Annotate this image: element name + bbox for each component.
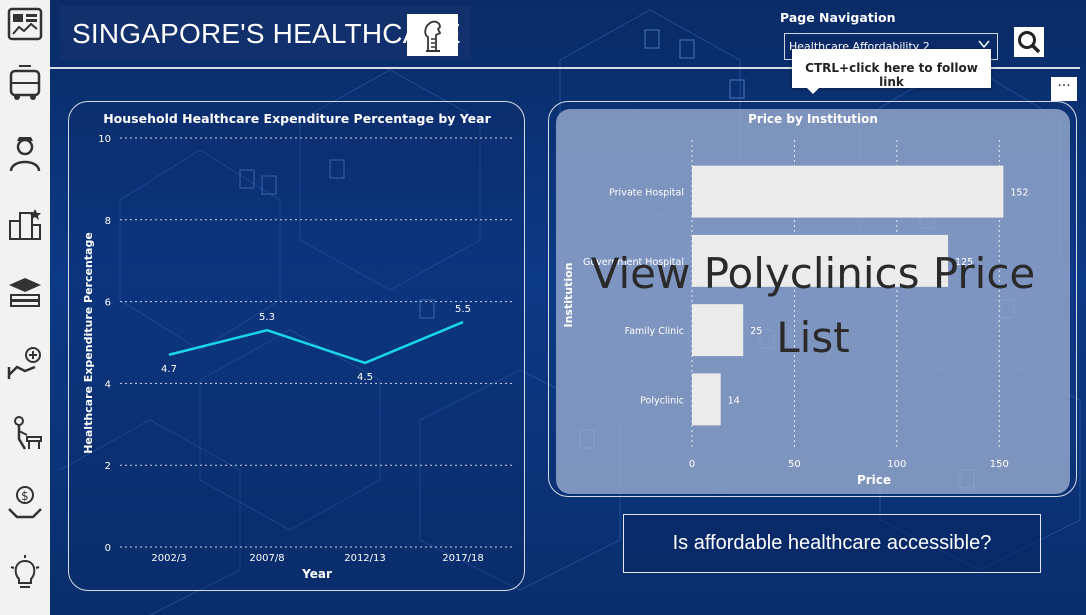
health-care-icon bbox=[7, 347, 41, 379]
line-chart-card bbox=[68, 101, 525, 591]
more-options-button[interactable]: ··· bbox=[1051, 77, 1077, 101]
sidebar-item-workforce[interactable] bbox=[0, 118, 50, 188]
page-title: SINGAPORE'S HEALTHCARE bbox=[72, 18, 461, 49]
transport-icon bbox=[9, 65, 41, 100]
lightbulb-icon bbox=[10, 555, 40, 588]
worker-icon bbox=[9, 137, 41, 172]
money-hand-icon: $ bbox=[8, 486, 42, 519]
sidebar-item-insights[interactable] bbox=[0, 538, 50, 608]
affordable-healthcare-button[interactable]: Is affordable healthcare accessible? bbox=[623, 514, 1041, 573]
sidebar: $ bbox=[0, 0, 50, 615]
sidebar-item-transport[interactable] bbox=[0, 48, 50, 118]
sidebar-item-elderly[interactable] bbox=[0, 398, 50, 468]
sidebar-item-health[interactable] bbox=[0, 328, 50, 398]
education-icon bbox=[9, 278, 41, 307]
link-tooltip: CTRL+click here to follow link bbox=[792, 49, 991, 89]
city-icon bbox=[9, 209, 41, 240]
dashboard-icon bbox=[7, 7, 43, 41]
merlion-icon bbox=[423, 20, 441, 52]
svg-text:$: $ bbox=[21, 489, 29, 503]
search-button[interactable] bbox=[1014, 27, 1044, 57]
logo bbox=[407, 14, 458, 56]
polyclinics-price-link[interactable]: View Polyclinics Price List bbox=[580, 242, 1046, 370]
sidebar-item-finance[interactable]: $ bbox=[0, 468, 50, 538]
elderly-icon bbox=[14, 416, 42, 450]
search-icon bbox=[1018, 31, 1041, 54]
sidebar-item-city[interactable] bbox=[0, 188, 50, 258]
tooltip-pointer bbox=[807, 88, 819, 94]
page-navigation-label: Page Navigation bbox=[780, 10, 896, 25]
sidebar-item-education[interactable] bbox=[0, 258, 50, 328]
sidebar-item-dashboard[interactable] bbox=[0, 0, 50, 48]
